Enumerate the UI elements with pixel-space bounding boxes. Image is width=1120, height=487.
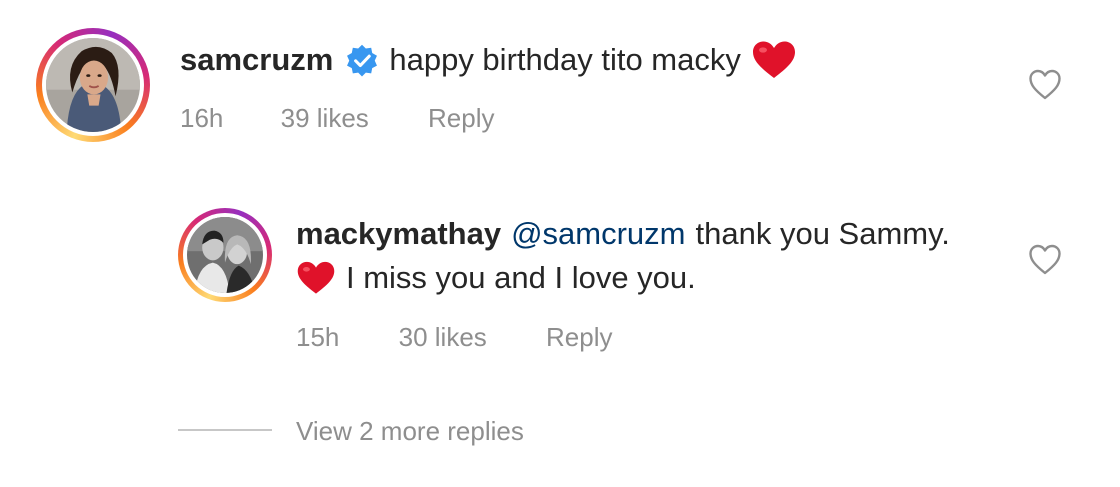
comment-body: happy birthday tito macky [389, 42, 741, 77]
like-heart-icon[interactable] [1028, 243, 1062, 277]
comment-reply-button[interactable]: Reply [428, 103, 494, 133]
profile-photo [187, 217, 263, 293]
comment-username[interactable]: samcruzm [180, 42, 333, 78]
profile-photo [46, 38, 140, 132]
reply-meta: 15h 30 likes Reply [296, 322, 613, 353]
reply-reply-button[interactable]: Reply [546, 322, 612, 352]
comment-meta: 16h 39 likes Reply [180, 103, 495, 134]
reply-text-line2: I miss you and I love you. [296, 260, 696, 296]
reply-likes[interactable]: 30 likes [399, 322, 487, 352]
replies-divider [178, 429, 272, 431]
comment-text: samcruzm happy birthday tito macky [180, 40, 797, 80]
comment-time[interactable]: 16h [180, 103, 223, 133]
avatar-mackymathay[interactable] [178, 208, 272, 302]
avatar-samcruzm[interactable] [36, 28, 150, 142]
comment-likes[interactable]: 39 likes [281, 103, 369, 133]
red-heart-emoji [297, 261, 335, 294]
red-heart-emoji [752, 41, 795, 78]
view-more-replies-label[interactable]: View 2 more replies [296, 416, 524, 447]
reply-body-line2: I miss you and I love you. [346, 260, 696, 295]
verified-badge-icon [347, 44, 378, 77]
reply-text-line1: mackymathay @samcruzm thank you Sammy. [296, 216, 950, 252]
like-heart-icon[interactable] [1028, 68, 1062, 102]
reply-time[interactable]: 15h [296, 322, 339, 352]
reply-mention[interactable]: @samcruzm [511, 216, 685, 252]
reply-username[interactable]: mackymathay [296, 216, 501, 252]
reply-body-line1: thank you Sammy. [695, 216, 950, 251]
